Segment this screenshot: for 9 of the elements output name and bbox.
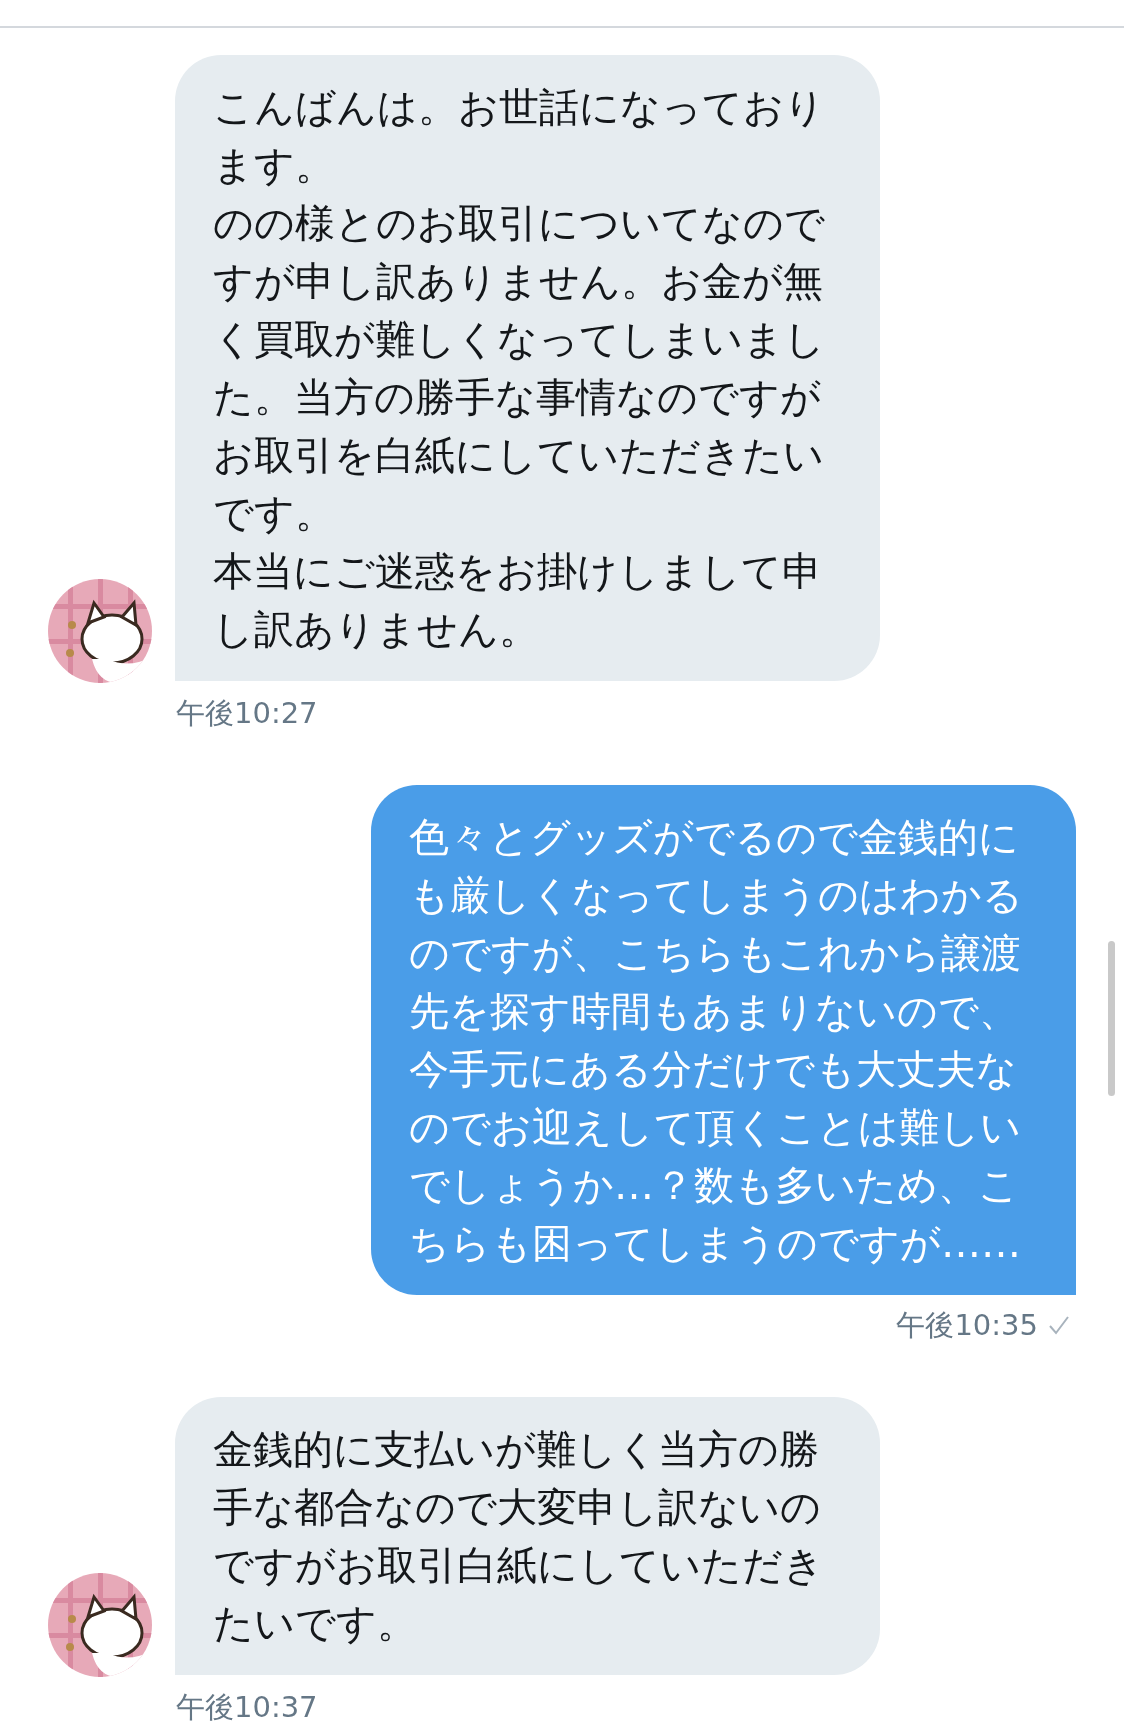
message-text: 本当にご迷惑をお掛けしまして申し訳ありません。	[213, 547, 823, 654]
message-text: のの様とのお取引についてなのですが申し訳ありません。お金が無く買取が難しくなってしまいました。当方の勝手な事情なのですがお取引を白紙にしていただきたいです。	[213, 199, 826, 538]
timestamp: 午後10:35	[896, 1307, 1038, 1343]
message-text: 金銭的に支払いが難しく当方の勝手な都合なので大変申し訳ないのですがお取引白紙にしていただきたいです。	[213, 1425, 825, 1648]
timestamp: 午後10:27	[176, 695, 319, 731]
timestamp: 午後10:37	[176, 1689, 319, 1725]
message-text: こんばんは。お世話になっております。	[213, 83, 826, 190]
scrollbar[interactable]	[1108, 941, 1115, 1096]
message-text: 色々とグッズがでるので金銭的にも厳しくなってしまうのはわかるのですが、こちらもこれから譲渡先を探す時間もあまりないので、今手元にある分だけでも大丈夫なのでお迎えして頂くことは難しいでしょうか…？数も多いため、こちらも困ってしまうのですが……	[409, 813, 1024, 1268]
